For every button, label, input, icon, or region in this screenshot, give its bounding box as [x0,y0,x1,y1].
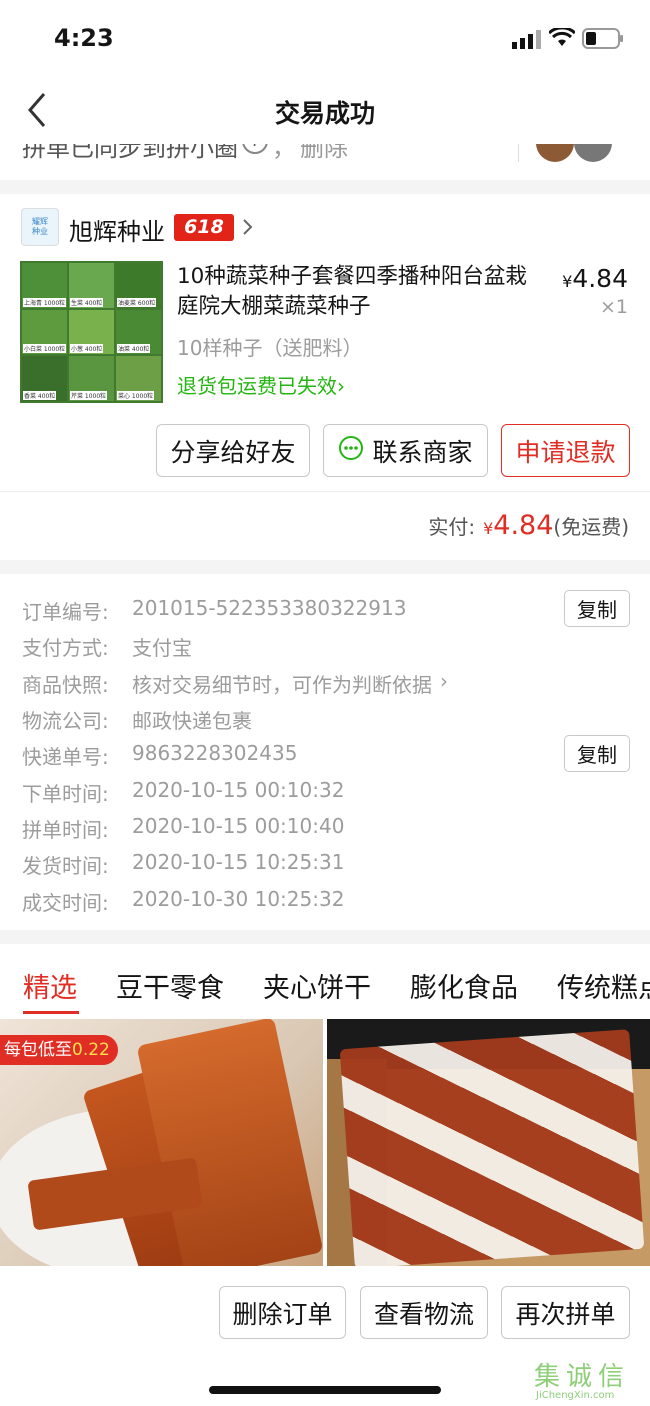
chevron-right-icon: › [440,669,448,693]
avatar [574,144,612,162]
divider [0,560,650,574]
product-spec: 10样种子（送肥料） [177,336,363,360]
promo-618-badge: 618 [174,214,234,241]
signal-icon [512,30,542,54]
product-card[interactable]: 上海青 1000粒 生菜 400粒 油麦菜 600粒 小白菜 1000粒 小葱 … [0,260,650,410]
divider [0,180,650,194]
order-number-row: 订单编号: 201015-522353380322913 [22,596,407,624]
snapshot-row[interactable]: 商品快照: 核对交易细节时，可作为判断依据 › [22,669,448,698]
ship-time-row: 发货时间: 2020-10-15 10:25:31 [22,850,345,878]
logistics-company-row: 物流公司: 邮政快递包裹 [22,709,252,733]
tab-traditional-pastry[interactable]: 传统糕点 [557,966,650,1005]
tab-sandwich-biscuits[interactable]: 夹心饼干 [263,966,371,1005]
tab-puffed-food[interactable]: 膨化食品 [410,966,518,1005]
view-logistics-button[interactable]: 查看物流 [360,1286,488,1339]
product-price: ¥4.84 [562,264,628,293]
divider [0,930,650,944]
info-icon: ? [242,144,268,154]
order-time-row: 下单时间: 2020-10-15 00:10:32 [22,778,345,806]
product-image [339,1029,645,1266]
home-indicator [209,1386,441,1394]
recommend-card-left[interactable]: 每包低至0.22 [0,1019,323,1266]
product-qty: ×1 [599,296,628,318]
contact-merchant-button[interactable]: 联系商家 [323,424,488,477]
share-circle-banner[interactable]: 拼单已同步到拼小圈 ? ， 删除 [0,144,650,164]
watermark: 集诚信 JiChengXin.com [534,1362,631,1401]
store-name: 旭辉种业 [69,218,165,246]
copy-order-number-button[interactable]: 复制 [564,590,630,627]
return-shipping-link[interactable]: 退货包运费已失效› [177,370,345,399]
status-bar: 4:23 [0,0,650,76]
nav-bar: 交易成功 [0,76,650,144]
price-tag: 每包低至0.22 [0,1035,118,1065]
status-time: 4:23 [54,24,114,52]
tab-indicator [23,1011,79,1014]
divider [0,491,650,492]
store-logo: 耀辉种业 [21,208,59,246]
wifi-icon [547,26,577,52]
tracking-number-row: 快递单号: 9863228302435 [22,741,298,769]
tab-dried-tofu[interactable]: 豆干零食 [116,966,224,1005]
recommend-card-right[interactable] [327,1019,650,1266]
chat-bubble-icon [338,435,364,467]
group-time-row: 拼单时间: 2020-10-15 00:10:40 [22,814,345,842]
page-title: 交易成功 [274,99,375,128]
copy-tracking-number-button[interactable]: 复制 [564,735,630,772]
product-title: 10种蔬菜种子套餐四季播种阳台盆栽庭院大棚菜蔬菜种子 [177,264,527,319]
chevron-right-icon [242,218,254,240]
delete-order-button[interactable]: 删除订单 [219,1286,346,1339]
store-row[interactable]: 耀辉种业 旭辉种业 618 [0,208,650,248]
chevron-right-icon: › [337,374,345,398]
product-thumbnail: 上海青 1000粒 生菜 400粒 油麦菜 600粒 小白菜 1000粒 小葱 … [20,261,163,403]
rebuy-button[interactable]: 再次拼单 [501,1286,630,1339]
refund-button[interactable]: 申请退款 [501,424,630,477]
payment-total: 实付: ¥ 4.84 (免运费) [428,510,629,541]
share-button[interactable]: 分享给好友 [156,424,310,477]
tab-selected[interactable]: 精选 [23,966,77,1005]
battery-icon [582,28,624,54]
banner-text: 拼单已同步到拼小圈 [22,144,238,162]
payment-method-row: 支付方式: 支付宝 [22,636,192,660]
avatar [536,144,574,162]
banner-delete[interactable]: 删除 [300,144,348,163]
deal-time-row: 成交时间: 2020-10-30 10:25:32 [22,887,345,915]
